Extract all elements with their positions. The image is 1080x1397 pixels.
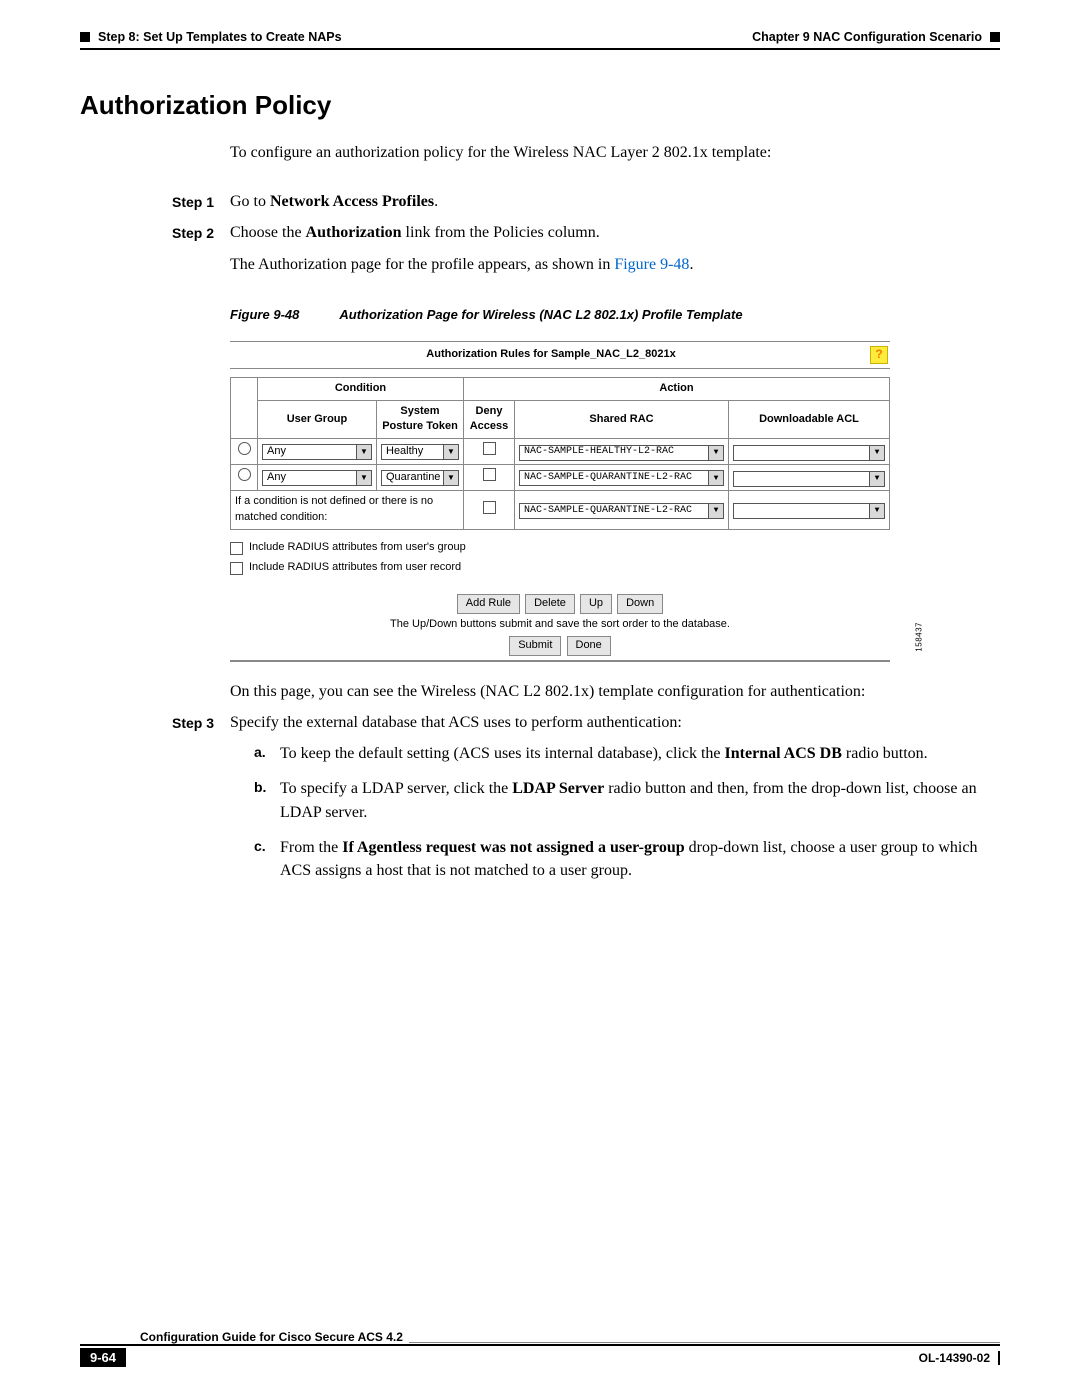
shared-rac-select[interactable]: NAC-SAMPLE-QUARANTINE-L2-RAC▼ — [519, 470, 724, 486]
posture-select[interactable]: Quarantine▼ — [381, 470, 459, 486]
th-dacl: Downloadable ACL — [729, 400, 890, 439]
deny-checkbox[interactable] — [483, 468, 496, 481]
page-footer: Configuration Guide for Cisco Secure ACS… — [80, 1330, 1000, 1367]
doc-id: OL-14390-02 — [919, 1351, 990, 1365]
th-condition: Condition — [258, 377, 464, 400]
th-posture: System Posture Token — [377, 400, 464, 439]
chevron-down-icon: ▼ — [869, 446, 884, 460]
table-row: Any▼ Healthy▼ NAC-SAMPLE-HEALTHY-L2-RAC▼… — [231, 439, 890, 465]
chevron-down-icon: ▼ — [708, 504, 723, 518]
figure-label: Figure 9-48 — [230, 306, 299, 325]
step-2-label: Step 2 — [172, 223, 214, 243]
page-number: 9-64 — [80, 1348, 126, 1367]
th-deny: Deny Access — [464, 400, 515, 439]
dacl-select[interactable]: ▼ — [733, 503, 885, 519]
figure-caption: Figure 9-48 Authorization Page for Wirel… — [230, 306, 1000, 325]
table-row: Any▼ Quarantine▼ NAC-SAMPLE-QUARANTINE-L… — [231, 465, 890, 491]
intro-paragraph: To configure an authorization policy for… — [230, 141, 1000, 164]
rules-table: Condition Action User Group System Postu… — [230, 377, 890, 531]
th-action: Action — [464, 377, 890, 400]
deny-checkbox[interactable] — [483, 501, 496, 514]
sub-a-label: a. — [254, 742, 272, 765]
row-radio[interactable] — [238, 442, 251, 455]
chevron-down-icon: ▼ — [356, 445, 371, 459]
include-record-label: Include RADIUS attributes from user reco… — [249, 560, 461, 576]
th-shared-rac: Shared RAC — [515, 400, 729, 439]
header-right-text: Chapter 9 NAC Configuration Scenario — [752, 30, 982, 44]
row-radio[interactable] — [238, 468, 251, 481]
header-left-text: Step 8: Set Up Templates to Create NAPs — [98, 30, 342, 44]
figure-caption-text: Authorization Page for Wireless (NAC L2 … — [339, 306, 742, 325]
chevron-down-icon: ▼ — [708, 471, 723, 485]
button-bar: Add Rule Delete Up Down The Up/Down butt… — [230, 594, 890, 656]
page-header: Step 8: Set Up Templates to Create NAPs … — [80, 30, 1000, 44]
step-1-label: Step 1 — [172, 192, 214, 212]
chevron-down-icon: ▼ — [869, 504, 884, 518]
deny-checkbox[interactable] — [483, 442, 496, 455]
done-button[interactable]: Done — [567, 636, 611, 656]
include-group-row: Include RADIUS attributes from user's gr… — [230, 540, 890, 556]
shared-rac-select[interactable]: NAC-SAMPLE-HEALTHY-L2-RAC▼ — [519, 445, 724, 461]
submit-button[interactable]: Submit — [509, 636, 561, 656]
include-group-checkbox[interactable] — [230, 542, 243, 555]
include-record-checkbox[interactable] — [230, 562, 243, 575]
section-title: Authorization Policy — [80, 90, 1000, 121]
chevron-down-icon: ▼ — [708, 446, 723, 460]
dacl-select[interactable]: ▼ — [733, 445, 885, 461]
delete-button[interactable]: Delete — [525, 594, 575, 614]
figure-title: Authorization Rules for Sample_NAC_L2_80… — [232, 347, 870, 363]
chevron-down-icon: ▼ — [443, 471, 458, 485]
step-2-text-a: Choose the Authorization link from the P… — [230, 224, 600, 241]
header-rule — [80, 48, 1000, 50]
square-bullet-icon — [990, 32, 1000, 42]
chevron-down-icon: ▼ — [869, 472, 884, 486]
sub-b-text: To specify a LDAP server, click the LDAP… — [280, 777, 1000, 823]
shared-rac-select[interactable]: NAC-SAMPLE-QUARANTINE-L2-RAC▼ — [519, 503, 724, 519]
after-figure-paragraph: On this page, you can see the Wireless (… — [230, 680, 1000, 703]
dacl-select[interactable]: ▼ — [733, 471, 885, 487]
unmatched-row: If a condition is not defined or there i… — [231, 491, 890, 530]
figure-screenshot: Authorization Rules for Sample_NAC_L2_80… — [230, 341, 890, 662]
add-rule-button[interactable]: Add Rule — [457, 594, 520, 614]
sub-b-label: b. — [254, 777, 272, 823]
include-record-row: Include RADIUS attributes from user reco… — [230, 560, 890, 576]
th-user-group: User Group — [258, 400, 377, 439]
square-bullet-icon — [80, 32, 90, 42]
help-icon[interactable]: ? — [870, 346, 888, 364]
figure-code: 158437 — [914, 622, 926, 652]
posture-select[interactable]: Healthy▼ — [381, 444, 459, 460]
unmatched-text: If a condition is not defined or there i… — [231, 491, 464, 530]
user-group-select[interactable]: Any▼ — [262, 444, 372, 460]
step-2-text-b: The Authorization page for the profile a… — [230, 256, 693, 273]
button-note: The Up/Down buttons submit and save the … — [230, 617, 890, 633]
step-1-text: Go to Network Access Profiles. — [230, 193, 438, 210]
sub-a-text: To keep the default setting (ACS uses it… — [280, 742, 928, 765]
sub-c-text: From the If Agentless request was not as… — [280, 836, 1000, 882]
chevron-down-icon: ▼ — [443, 445, 458, 459]
down-button[interactable]: Down — [617, 594, 663, 614]
up-button[interactable]: Up — [580, 594, 612, 614]
step-3-label: Step 3 — [172, 713, 214, 733]
include-group-label: Include RADIUS attributes from user's gr… — [249, 540, 466, 556]
sub-c-label: c. — [254, 836, 272, 882]
figure-link[interactable]: Figure 9-48 — [614, 256, 689, 273]
user-group-select[interactable]: Any▼ — [262, 470, 372, 486]
chevron-down-icon: ▼ — [356, 471, 371, 485]
step-3-text: Specify the external database that ACS u… — [230, 714, 682, 731]
footer-guide-title: Configuration Guide for Cisco Secure ACS… — [80, 1330, 403, 1344]
